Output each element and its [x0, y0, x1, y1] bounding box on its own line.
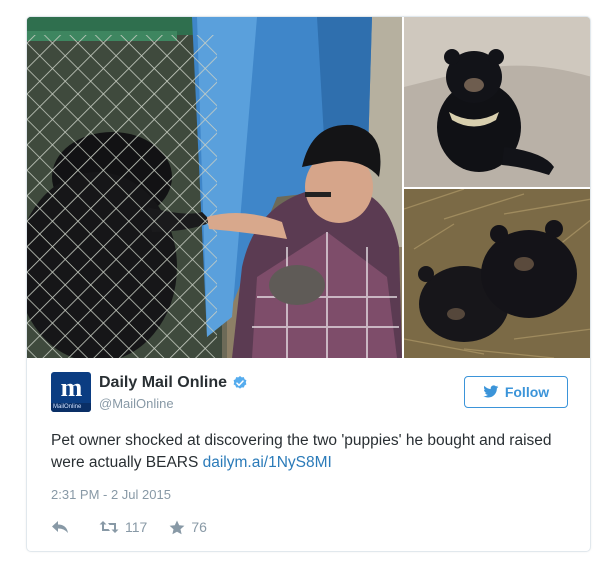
tweet-text: Pet owner shocked at discovering the two… [51, 430, 571, 474]
retweet-icon [99, 521, 119, 533]
reply-button[interactable] [51, 520, 69, 534]
handle[interactable]: @MailOnline [99, 396, 174, 411]
tweet-card: m MailOnline Daily Mail Online @MailOnli… [26, 16, 591, 552]
verified-badge-icon [233, 376, 247, 389]
media-grid[interactable] [27, 17, 590, 358]
follow-label: Follow [504, 384, 550, 400]
photo-two-bear-cubs[interactable] [404, 189, 590, 358]
retweet-button[interactable]: 117 [99, 519, 147, 535]
reply-icon [52, 521, 68, 533]
follow-button[interactable]: Follow [464, 376, 568, 408]
twitter-bird-icon [483, 385, 499, 398]
avatar[interactable]: m MailOnline [51, 372, 91, 412]
star-icon [169, 520, 185, 534]
favorite-button[interactable]: 76 [169, 519, 207, 535]
tweet-link[interactable]: dailym.ai/1NyS8MI [203, 454, 332, 471]
display-name[interactable]: Daily Mail Online [99, 374, 227, 392]
avatar-logo: m [60, 373, 83, 402]
photo-bear-sitting[interactable] [404, 17, 590, 187]
retweet-count: 117 [125, 519, 148, 535]
name-row: Daily Mail Online [99, 374, 248, 392]
favorite-count: 76 [191, 519, 207, 535]
timestamp[interactable]: 2:31 PM - 2 Jul 2015 [51, 487, 171, 502]
tweet-actions: 117 76 [51, 517, 207, 537]
avatar-caption: MailOnline [51, 403, 91, 412]
photo-man-feeding-bear[interactable] [27, 17, 402, 358]
